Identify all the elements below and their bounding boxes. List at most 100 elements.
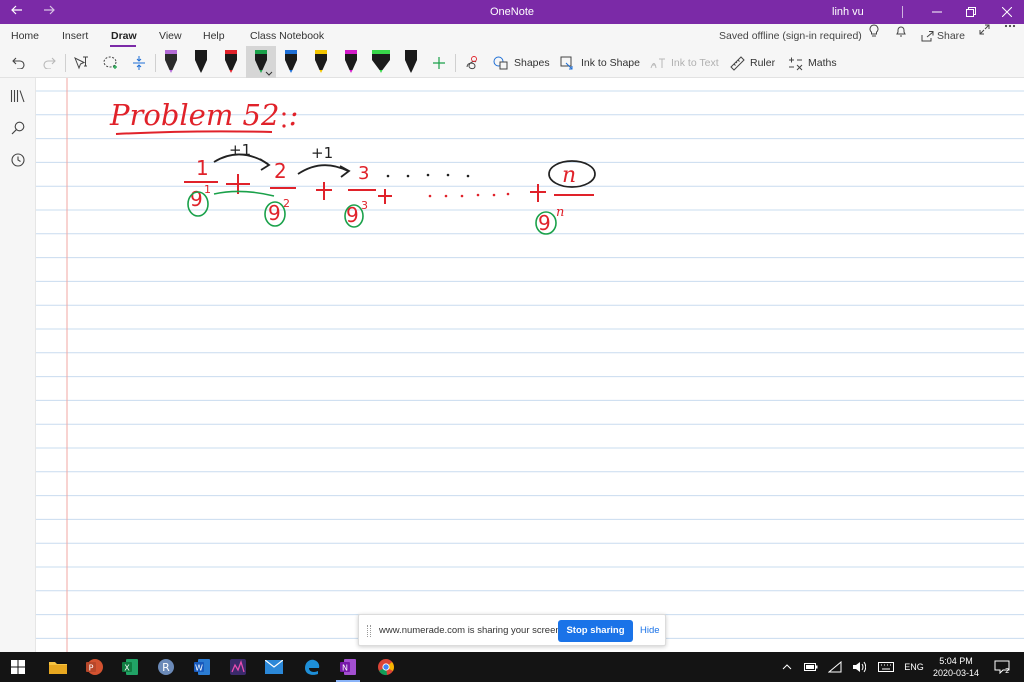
minimize-icon[interactable]: [920, 0, 954, 24]
sync-status[interactable]: Saved offline (sign-in required): [719, 24, 862, 48]
ellipsis-dots-lower: [428, 192, 510, 198]
hide-link[interactable]: Hide: [640, 615, 660, 647]
bell-icon[interactable]: [893, 24, 909, 38]
share-icon: [921, 31, 934, 42]
edge-icon[interactable]: [294, 652, 330, 682]
yellow-pen-icon[interactable]: [310, 48, 332, 78]
windows-taskbar: P X R W N ENG 5:04 PM 2020-03-14 2: [0, 652, 1024, 682]
ruler-label: Ruler: [750, 57, 776, 69]
maths-button[interactable]: Maths: [788, 48, 837, 78]
notebooks-icon[interactable]: [8, 86, 28, 106]
black-fineliner-icon[interactable]: [400, 48, 422, 78]
search-icon[interactable]: [8, 118, 28, 138]
share-button[interactable]: Share: [921, 24, 965, 48]
clock[interactable]: 5:04 PM 2020-03-14: [928, 655, 984, 679]
plus-sign: [378, 189, 392, 204]
word-icon[interactable]: W: [184, 652, 220, 682]
undo-icon[interactable]: [8, 48, 30, 78]
stop-sharing-button[interactable]: Stop sharing: [558, 620, 633, 642]
numerator: n: [562, 163, 576, 188]
draw-toolbar: Shapes Ink to Shape Ink to Text Ruler Ma…: [0, 48, 1024, 78]
exponent: n: [556, 205, 564, 220]
network-icon[interactable]: [826, 652, 844, 682]
battery-icon[interactable]: [802, 652, 820, 682]
chrome-icon[interactable]: [368, 652, 404, 682]
add-pen-icon[interactable]: [428, 48, 450, 78]
lightbulb-icon[interactable]: [866, 24, 882, 38]
close-icon[interactable]: [990, 0, 1024, 24]
svg-text:X: X: [124, 664, 130, 673]
page-canvas[interactable]: Problem 52 : +1 +1 1 9 1 2 9 2 3 9 3 n 9…: [36, 78, 1024, 652]
navigation-rail: [0, 78, 36, 652]
ruler-button[interactable]: Ruler: [730, 48, 775, 78]
r-app-icon[interactable]: R: [148, 652, 184, 682]
restore-icon[interactable]: [954, 0, 988, 24]
arrow-head: [339, 165, 351, 178]
show-hidden-icons-icon[interactable]: [778, 652, 796, 682]
tab-insert[interactable]: Insert: [62, 24, 88, 48]
annotation-plus-one: +1: [229, 141, 251, 159]
keyboard-icon[interactable]: [876, 652, 896, 682]
svg-text:N: N: [342, 664, 348, 673]
tab-class-notebook[interactable]: Class Notebook: [250, 24, 324, 48]
green-highlighter-icon[interactable]: [370, 48, 392, 78]
plus-sign: [530, 184, 546, 202]
shapes-icon: [493, 56, 508, 70]
ink-to-shape-label: Ink to Shape: [581, 57, 640, 69]
media-app-icon[interactable]: [220, 652, 256, 682]
file-explorer-icon[interactable]: [40, 652, 76, 682]
purple-pencil-icon[interactable]: [160, 48, 182, 78]
tab-view[interactable]: View: [159, 24, 182, 48]
tab-home[interactable]: Home: [11, 24, 39, 48]
notification-center-icon[interactable]: 2: [990, 652, 1014, 682]
denominator-base: 9: [190, 187, 203, 211]
user-name[interactable]: linh vu: [832, 0, 864, 24]
magenta-pen-icon[interactable]: [340, 48, 362, 78]
ink-to-text-icon: [650, 58, 665, 69]
maths-label: Maths: [808, 57, 837, 69]
ink-to-text-button[interactable]: Ink to Text: [650, 48, 719, 78]
volume-icon[interactable]: [850, 652, 868, 682]
type-select-icon[interactable]: [70, 48, 92, 78]
arrow-head: [259, 158, 271, 171]
blue-pen-icon[interactable]: [280, 48, 302, 78]
language-indicator[interactable]: ENG: [900, 652, 928, 682]
more-options-icon[interactable]: [1003, 24, 1017, 28]
ink-replay-icon[interactable]: [460, 48, 482, 78]
window-title: OneNote: [489, 6, 535, 18]
ribbon-tabs: Home Insert Draw View Help Class Noteboo…: [0, 24, 1024, 48]
redo-icon[interactable]: [38, 48, 60, 78]
excel-icon[interactable]: X: [112, 652, 148, 682]
toolbar-divider: [455, 54, 456, 72]
windows-start-icon[interactable]: [0, 652, 36, 682]
titlebar-separator: [902, 6, 903, 18]
tab-help[interactable]: Help: [203, 24, 225, 48]
ruler-icon: [730, 55, 745, 71]
black-pen-icon[interactable]: [190, 48, 212, 78]
ink-to-shape-button[interactable]: Ink to Shape: [560, 48, 640, 78]
pen-options-chevron-icon[interactable]: [265, 68, 273, 76]
svg-text:R: R: [162, 661, 170, 674]
active-tab-indicator: [110, 45, 136, 47]
recent-clock-icon[interactable]: [8, 150, 28, 170]
numerator: 1: [196, 156, 209, 180]
shapes-button[interactable]: Shapes: [493, 48, 550, 78]
lasso-select-icon[interactable]: [99, 48, 121, 78]
numerator: 3: [358, 163, 369, 184]
plus-sign: [316, 182, 332, 200]
clock-time: 5:04 PM: [939, 656, 973, 666]
ink-to-shape-icon: [560, 56, 573, 70]
fullscreen-icon[interactable]: [977, 24, 991, 35]
powerpoint-icon[interactable]: P: [76, 652, 112, 682]
red-pen-icon[interactable]: [220, 48, 242, 78]
ellipsis-dots-upper: [386, 173, 470, 178]
drag-handle[interactable]: [367, 625, 371, 637]
share-label: Share: [937, 30, 966, 42]
onenote-icon[interactable]: N: [330, 652, 366, 682]
mail-icon[interactable]: [256, 652, 292, 682]
connector-line: [213, 190, 275, 197]
add-space-icon[interactable]: [128, 48, 150, 78]
notification-count: 2: [1005, 667, 1009, 674]
toolbar-divider: [155, 54, 156, 72]
clock-date: 2020-03-14: [932, 668, 980, 678]
